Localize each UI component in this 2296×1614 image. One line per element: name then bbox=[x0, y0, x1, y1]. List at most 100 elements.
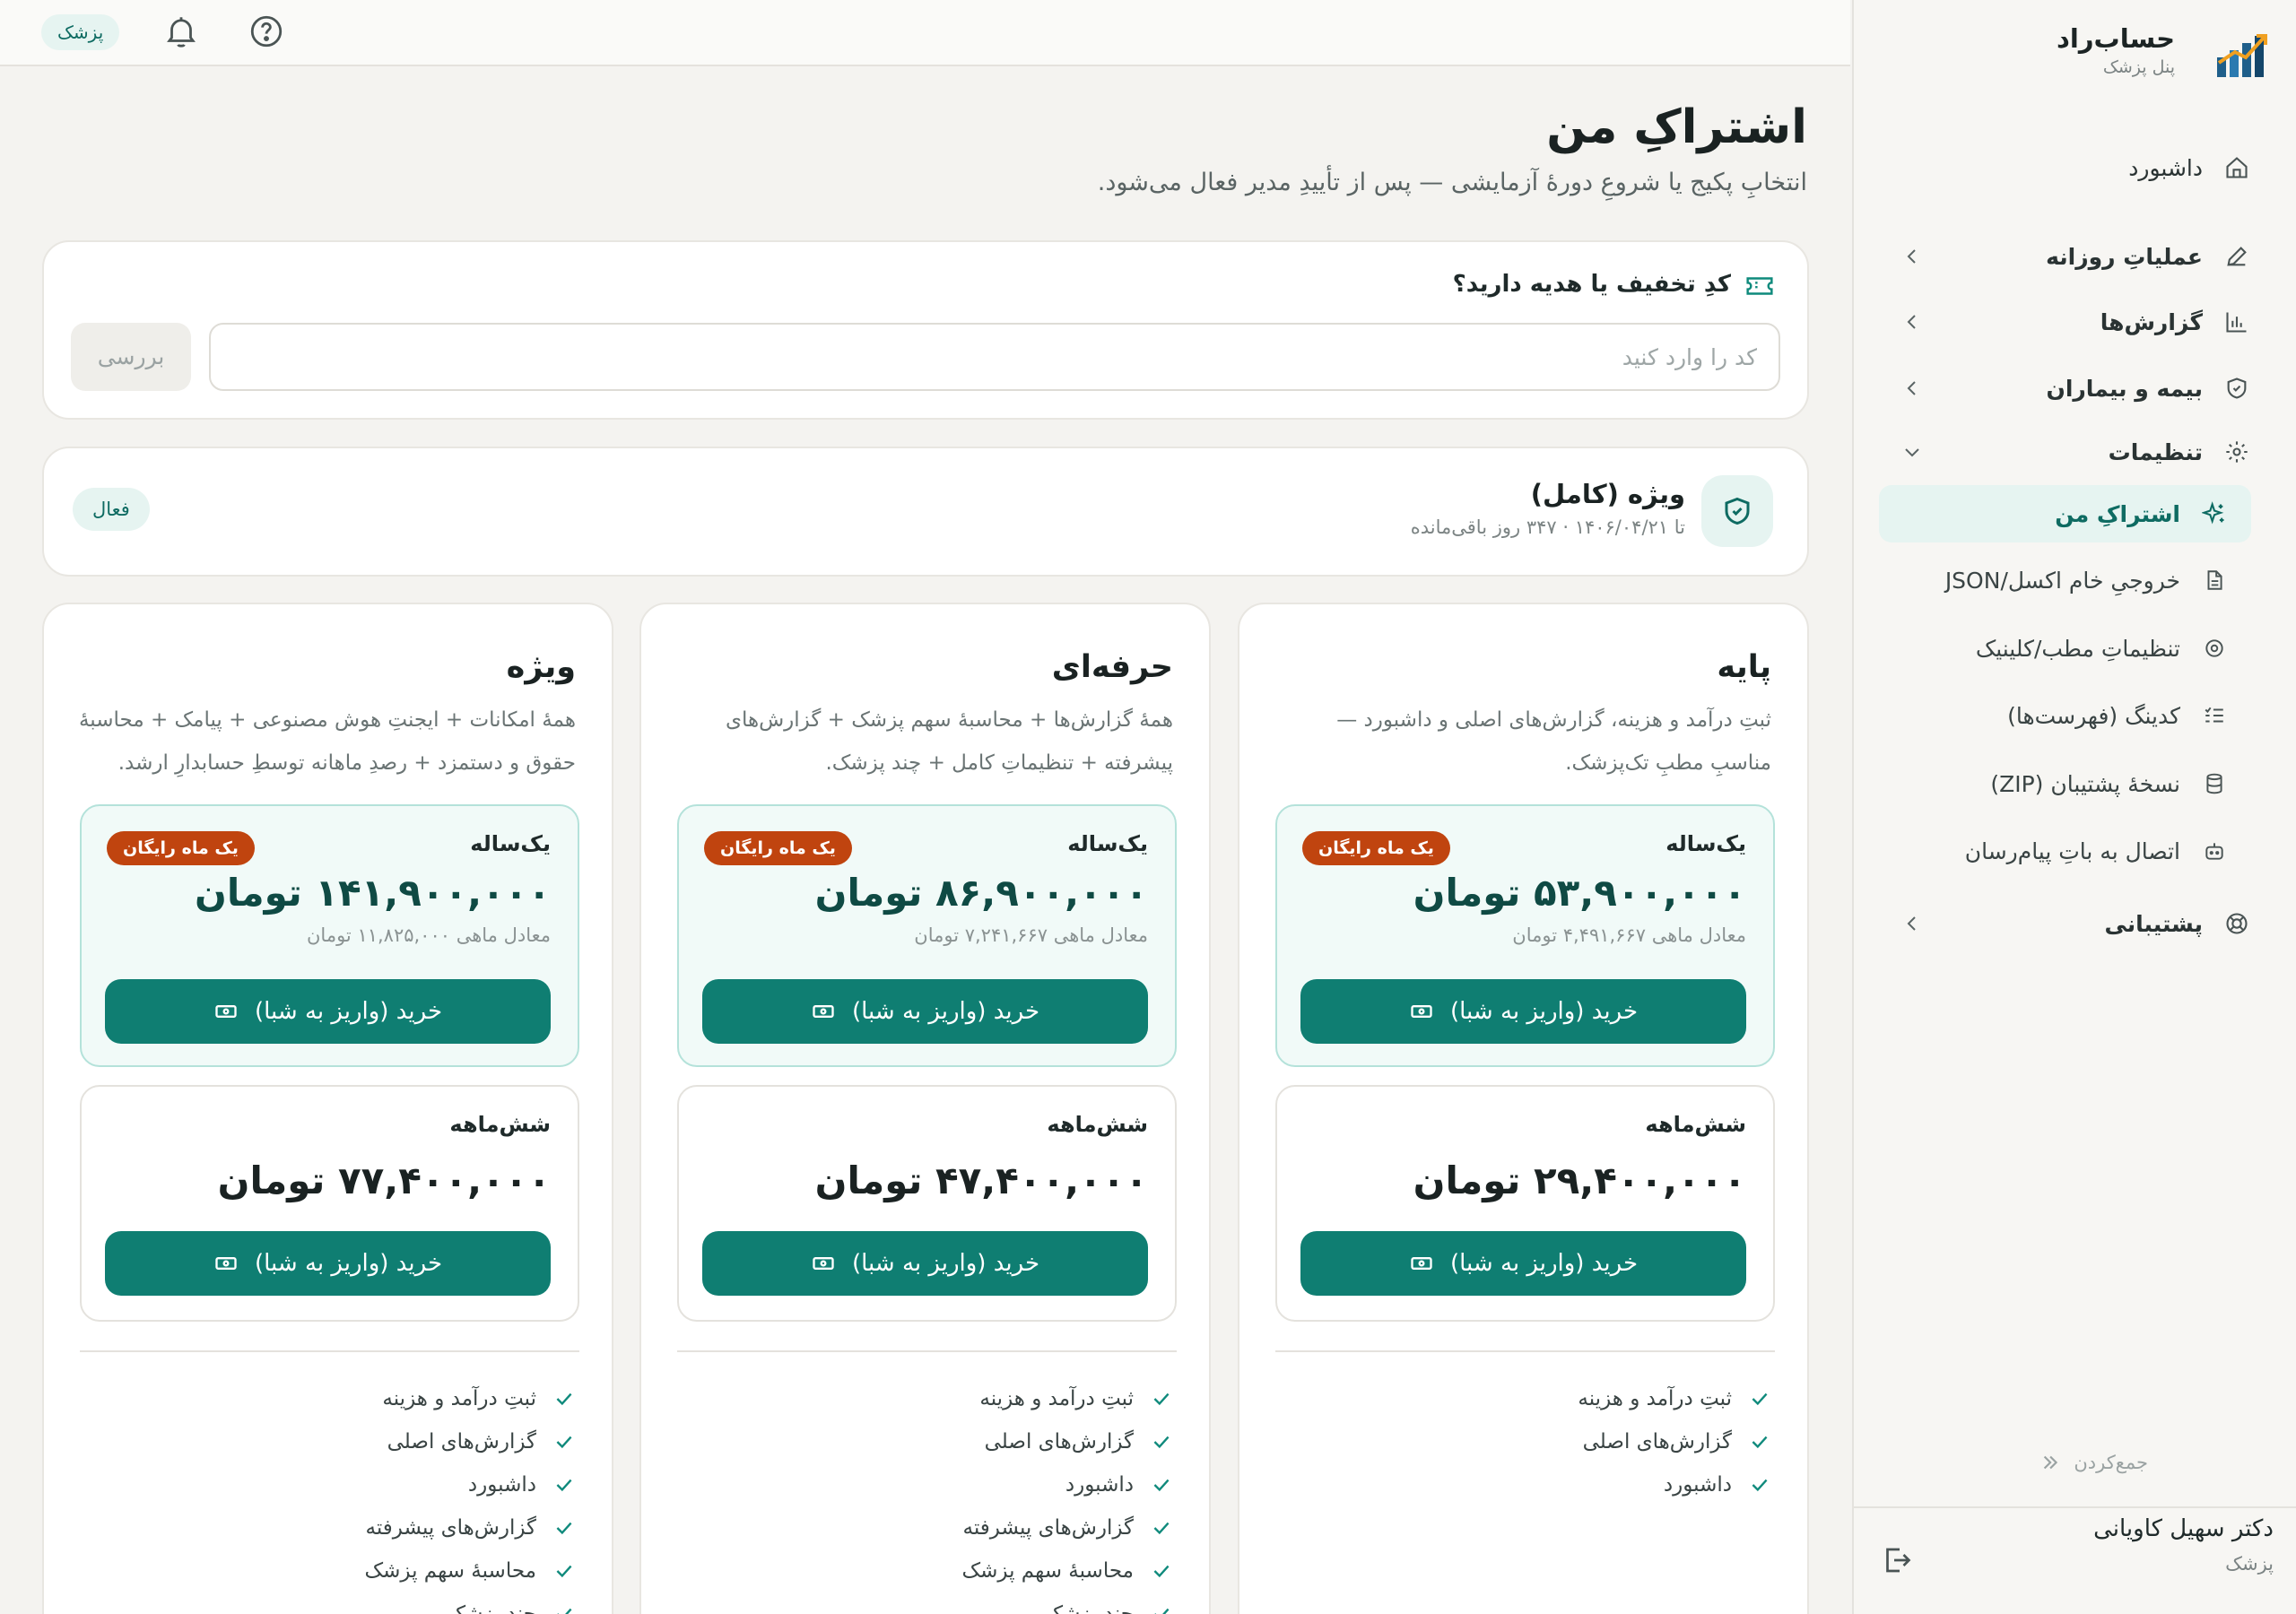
plan-description: همهٔ امکانات + ایجنتِ هوش مصنوعی + پیامک… bbox=[78, 708, 576, 775]
half-year-option: شش‌ماهه ۲۹,۴۰۰,۰۰۰ تومان خرید (واریز به … bbox=[1275, 1085, 1775, 1322]
plan-card-basic: پایه ثبتِ درآمد و هزینه، گزارش‌های اصلی … bbox=[1238, 603, 1809, 1614]
check-code-button[interactable]: بررسی bbox=[71, 323, 191, 391]
sparkle-icon bbox=[2200, 499, 2229, 528]
help-icon[interactable] bbox=[248, 13, 285, 50]
collapse-label: جمع‌کردن bbox=[2074, 1452, 2148, 1473]
current-plan-expiry: تا ۱۴۰۶/۰۴/۲۱ · ۳۴۷ روز باقی‌مانده bbox=[1410, 516, 1685, 538]
feature-label: گزارش‌های پیشرفته bbox=[365, 1516, 536, 1540]
double-chevron-icon bbox=[2038, 1451, 2061, 1474]
check-icon bbox=[1150, 1516, 1173, 1540]
bar-chart-icon bbox=[2222, 308, 2251, 336]
check-icon bbox=[552, 1559, 576, 1583]
sidebar-item-label: خروجیِ خام اکسل/JSON bbox=[1944, 567, 2180, 594]
sidebar-item-dashboard[interactable]: داشبورد bbox=[1879, 140, 2274, 195]
user-name: دکتر سهیل کاویانی bbox=[2093, 1515, 2274, 1542]
feature-item: گزارش‌های اصلی bbox=[1275, 1420, 1775, 1463]
bot-icon bbox=[2200, 837, 2229, 865]
plan-name: حرفه‌ای bbox=[1051, 649, 1173, 685]
buy-half-year-button[interactable]: خرید (واریز به شبا) bbox=[702, 1231, 1148, 1296]
feature-item: ثبتِ درآمد و هزینه bbox=[80, 1377, 579, 1420]
sidebar-item-bot[interactable]: اتصال به باتِ پیام‌رسان bbox=[1879, 823, 2251, 879]
feature-label: ثبتِ درآمد و هزینه bbox=[979, 1387, 1134, 1410]
sidebar-item-coding[interactable]: کدینگ (فهرست‌ها) bbox=[1879, 688, 2251, 743]
gear-icon bbox=[2200, 634, 2229, 663]
lifebuoy-icon bbox=[2222, 909, 2251, 938]
feature-item: گزارش‌های اصلی bbox=[677, 1420, 1177, 1463]
buy-label: خرید (واریز به شبا) bbox=[1449, 998, 1639, 1025]
sidebar-divider bbox=[1854, 1506, 2296, 1508]
sidebar-item-label: گزارش‌ها bbox=[2100, 308, 2203, 335]
topbar: پزشک bbox=[0, 0, 1850, 66]
feature-item: گزارش‌های پیشرفته bbox=[80, 1506, 579, 1549]
option-label: یک‌ساله bbox=[1067, 831, 1148, 856]
chevron-left-icon bbox=[1901, 311, 1923, 333]
feature-label: چند پزشک bbox=[1044, 1602, 1135, 1614]
buy-half-year-button[interactable]: خرید (واریز به شبا) bbox=[105, 1231, 551, 1296]
plan-name: ویژه bbox=[506, 649, 576, 685]
cash-icon bbox=[1409, 1251, 1434, 1276]
feature-item: ثبتِ درآمد و هزینه bbox=[677, 1377, 1177, 1420]
user-block: دکتر سهیل کاویانی پزشک bbox=[2093, 1515, 2274, 1575]
feature-label: ثبتِ درآمد و هزینه bbox=[1578, 1387, 1732, 1410]
option-price: ۵۳,۹۰۰,۰۰۰ تومان bbox=[1413, 871, 1746, 915]
option-label: یک‌ساله bbox=[1665, 831, 1746, 856]
feature-label: گزارش‌های پیشرفته bbox=[962, 1516, 1134, 1540]
sidebar-item-settings[interactable]: تنظیمات bbox=[1879, 424, 2274, 480]
sidebar-item-label: تنظیمات bbox=[2108, 438, 2203, 465]
status-badge: فعال bbox=[73, 488, 150, 531]
sidebar-item-insurance[interactable]: بیمه و بیماران bbox=[1879, 360, 2274, 416]
sidebar-item-subscription[interactable]: اشتراکِ من bbox=[1879, 485, 2251, 542]
yearly-option: یک‌ساله یک ماه رایگان ۸۶,۹۰۰,۰۰۰ تومان م… bbox=[677, 804, 1177, 1067]
feature-item: گزارش‌های پیشرفته bbox=[677, 1506, 1177, 1549]
yearly-option: یک‌ساله یک ماه رایگان ۱۴۱,۹۰۰,۰۰۰ تومان … bbox=[80, 804, 579, 1067]
feature-item: چند پزشک bbox=[677, 1592, 1177, 1614]
feature-label: محاسبهٔ سهم پزشک bbox=[961, 1559, 1134, 1583]
discount-code-input[interactable] bbox=[209, 323, 1780, 391]
free-month-badge: یک ماه رایگان bbox=[107, 831, 255, 865]
discount-card: کدِ تخفیف یا هدیه دارید؟ بررسی bbox=[42, 240, 1809, 420]
feature-item: ثبتِ درآمد و هزینه bbox=[1275, 1377, 1775, 1420]
feature-label: داشبورد bbox=[1065, 1473, 1134, 1497]
check-icon bbox=[552, 1473, 576, 1497]
sidebar-item-export[interactable]: خروجیِ خام اکسل/JSON bbox=[1879, 552, 2251, 608]
option-price: ۲۹,۴۰۰,۰۰۰ تومان bbox=[1413, 1158, 1746, 1202]
home-icon bbox=[2222, 153, 2251, 182]
feature-item: داشبورد bbox=[1275, 1463, 1775, 1506]
page-subtitle: انتخابِ پکیج یا شروعِ دورهٔ آزمایشی — پس… bbox=[1097, 169, 1807, 196]
sidebar: حساب‌راد پنل پزشک داشبورد عملیاتِ روزانه… bbox=[1852, 0, 2296, 1614]
cash-icon bbox=[213, 1251, 239, 1276]
cash-icon bbox=[213, 999, 239, 1024]
database-icon bbox=[2200, 769, 2229, 798]
free-month-badge: یک ماه رایگان bbox=[1302, 831, 1450, 865]
half-year-option: شش‌ماهه ۴۷,۴۰۰,۰۰۰ تومان خرید (واریز به … bbox=[677, 1085, 1177, 1322]
half-year-option: شش‌ماهه ۷۷,۴۰۰,۰۰۰ تومان خرید (واریز به … bbox=[80, 1085, 579, 1322]
cash-icon bbox=[1409, 999, 1434, 1024]
sidebar-item-support[interactable]: پشتیبانی bbox=[1879, 896, 2274, 951]
buy-yearly-button[interactable]: خرید (واریز به شبا) bbox=[1300, 979, 1746, 1044]
buy-yearly-button[interactable]: خرید (واریز به شبا) bbox=[702, 979, 1148, 1044]
logout-icon[interactable] bbox=[1881, 1544, 1913, 1576]
free-month-badge: یک ماه رایگان bbox=[704, 831, 852, 865]
feature-item: محاسبهٔ سهم پزشک bbox=[677, 1549, 1177, 1592]
sidebar-item-daily-ops[interactable]: عملیاتِ روزانه bbox=[1879, 229, 2274, 284]
chevron-down-icon bbox=[1901, 441, 1923, 463]
feature-label: محاسبهٔ سهم پزشک bbox=[364, 1559, 536, 1583]
yearly-option: یک‌ساله یک ماه رایگان ۵۳,۹۰۰,۰۰۰ تومان م… bbox=[1275, 804, 1775, 1067]
sidebar-item-reports[interactable]: گزارش‌ها bbox=[1879, 294, 2274, 350]
buy-half-year-button[interactable]: خرید (واریز به شبا) bbox=[1300, 1231, 1746, 1296]
plan-description: همهٔ گزارش‌ها + محاسبهٔ سهم پزشک + گزارش… bbox=[725, 708, 1173, 775]
discount-title: کدِ تخفیف یا هدیه دارید؟ bbox=[1452, 271, 1731, 298]
chevron-left-icon bbox=[1901, 246, 1923, 267]
check-icon bbox=[1150, 1559, 1173, 1583]
buy-label: خرید (واریز به شبا) bbox=[851, 998, 1040, 1025]
sidebar-item-backup[interactable]: نسخهٔ پشتیبان (ZIP) bbox=[1879, 756, 2251, 811]
cash-icon bbox=[811, 999, 836, 1024]
collapse-button[interactable]: جمع‌کردن bbox=[2038, 1451, 2148, 1474]
check-icon bbox=[552, 1516, 576, 1540]
brand-subtitle: پنل پزشک bbox=[2102, 57, 2175, 77]
ticket-icon bbox=[1744, 273, 1775, 299]
sidebar-item-clinic-settings[interactable]: تنظیماتِ مطب/کلینیک bbox=[1879, 620, 2251, 676]
buy-yearly-button[interactable]: خرید (واریز به شبا) bbox=[105, 979, 551, 1044]
bell-icon[interactable] bbox=[162, 13, 200, 50]
plan-divider bbox=[80, 1350, 579, 1352]
